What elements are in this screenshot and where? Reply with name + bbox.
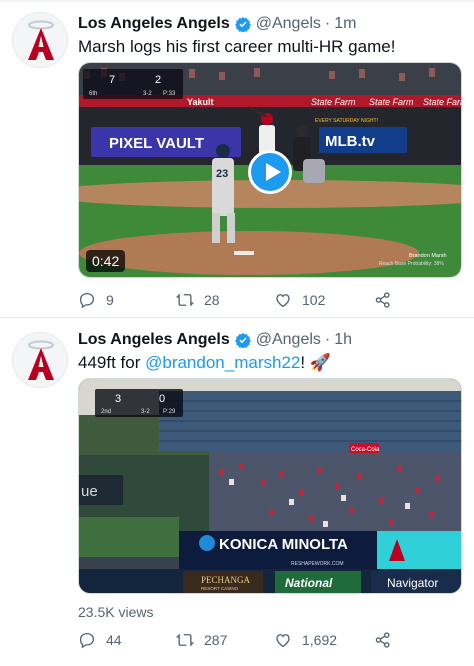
svg-text:0: 0 (159, 393, 165, 405)
svg-text:RESORT CASINO: RESORT CASINO (201, 586, 239, 591)
retweet-icon (176, 293, 194, 307)
timestamp[interactable]: 1m (334, 15, 356, 33)
share-button[interactable] (374, 290, 402, 310)
like-icon (276, 294, 290, 308)
mention-link[interactable]: @brandon_marsh22 (145, 353, 300, 372)
verified-badge-icon (234, 17, 251, 32)
tweet-text: Marsh logs his first career multi-HR gam… (78, 37, 396, 56)
like-icon (276, 634, 290, 648)
author-name[interactable]: Los Angeles Angels (78, 331, 230, 349)
author-handle[interactable]: @Angels (256, 15, 321, 33)
tweet-2[interactable]: Los Angeles Angels @Angels · 1h 449ft fo… (0, 318, 474, 666)
tweet-text: 449ft for @brandon_marsh22! 🚀 (78, 352, 331, 374)
svg-text:2: 2 (155, 74, 161, 86)
tweet-header: Los Angeles Angels @Angels · 1h (78, 330, 352, 350)
retweet-button[interactable]: 28 (176, 290, 220, 310)
avatar[interactable] (12, 12, 68, 68)
reply-icon (79, 632, 95, 649)
share-button[interactable] (374, 630, 402, 650)
author-handle[interactable]: @Angels (256, 331, 321, 349)
reply-button[interactable]: 9 (78, 290, 114, 310)
reply-icon (79, 292, 95, 309)
svg-text:7: 7 (109, 74, 115, 86)
avatar[interactable] (12, 332, 68, 388)
statefarm-sign: State Farm (311, 97, 356, 107)
reply-count: 44 (106, 632, 122, 648)
mlbtv-sign: MLB.tv (325, 133, 376, 150)
partial-sign: ue (81, 483, 98, 500)
svg-text:P:29: P:29 (163, 409, 176, 415)
author-name[interactable]: Los Angeles Angels (78, 15, 230, 33)
like-count: 1,692 (302, 632, 338, 648)
svg-text:3-2: 3-2 (143, 91, 152, 97)
national-sign: National (285, 576, 333, 590)
svg-text:EVERY SATURDAY NIGHT!: EVERY SATURDAY NIGHT! (315, 118, 378, 124)
tweet-actions: 44 287 1,692 (78, 630, 462, 650)
konica-minolta-sign: KONICA MINOLTA (219, 536, 348, 553)
retweet-count: 28 (204, 292, 220, 308)
navigator-sign: Navigator (387, 576, 438, 590)
like-button[interactable]: 1,692 (274, 630, 337, 650)
reply-count: 9 (106, 292, 114, 308)
tweet-1[interactable]: Los Angeles Angels @Angels · 1m Marsh lo… (0, 0, 474, 318)
tweet-text-start: 449ft for (78, 353, 146, 372)
tweet-actions: 9 28 102 (78, 290, 462, 310)
video-player[interactable]: Coca-Cola ue KONICA MINOLTA RESHAPEWORK.… (78, 378, 462, 594)
angels-logo-icon (27, 20, 55, 60)
yakult-sign: Yakult (187, 97, 214, 107)
svg-text:2nd: 2nd (101, 409, 111, 415)
retweet-icon (176, 633, 194, 647)
svg-text:State Farm: State Farm (369, 97, 414, 107)
video-thumbnail: Coca-Cola ue KONICA MINOLTA RESHAPEWORK.… (79, 379, 461, 593)
separator-dot: · (324, 331, 331, 348)
verified-badge-icon (234, 333, 251, 348)
svg-text:RESHAPEWORK.COM: RESHAPEWORK.COM (291, 561, 344, 567)
like-button[interactable]: 102 (274, 290, 325, 310)
like-count: 102 (302, 292, 326, 308)
view-count: 23.5K views (78, 604, 154, 620)
svg-text:6th: 6th (89, 91, 97, 97)
svg-text:Brandon Marsh: Brandon Marsh (409, 253, 447, 259)
svg-text:Coca-Cola: Coca-Cola (351, 447, 380, 453)
svg-text:Reach Base Probability: 38%: Reach Base Probability: 38% (379, 261, 444, 267)
angels-logo-icon (27, 340, 55, 380)
svg-text:3-2: 3-2 (141, 409, 150, 415)
timestamp[interactable]: 1h (334, 331, 352, 349)
retweet-button[interactable]: 287 (176, 630, 227, 650)
share-icon (375, 632, 390, 648)
svg-text:3: 3 (115, 393, 121, 405)
pixel-vault-sign: PIXEL VAULT (109, 135, 204, 152)
video-duration: 0:42 (86, 250, 126, 272)
svg-text:State Farm: State Farm (423, 97, 462, 107)
play-icon[interactable] (248, 150, 292, 194)
reply-button[interactable]: 44 (78, 630, 122, 650)
tweet-text-end: ! 🚀 (300, 353, 331, 372)
separator-dot: · (324, 15, 331, 32)
svg-text:P:33: P:33 (163, 91, 176, 97)
tweet-header: Los Angeles Angels @Angels · 1m (78, 14, 356, 34)
share-icon (375, 292, 390, 308)
pechanga-sign: PECHANGA (201, 575, 251, 585)
retweet-count: 287 (204, 632, 228, 648)
jersey-number: 23 (216, 168, 228, 180)
